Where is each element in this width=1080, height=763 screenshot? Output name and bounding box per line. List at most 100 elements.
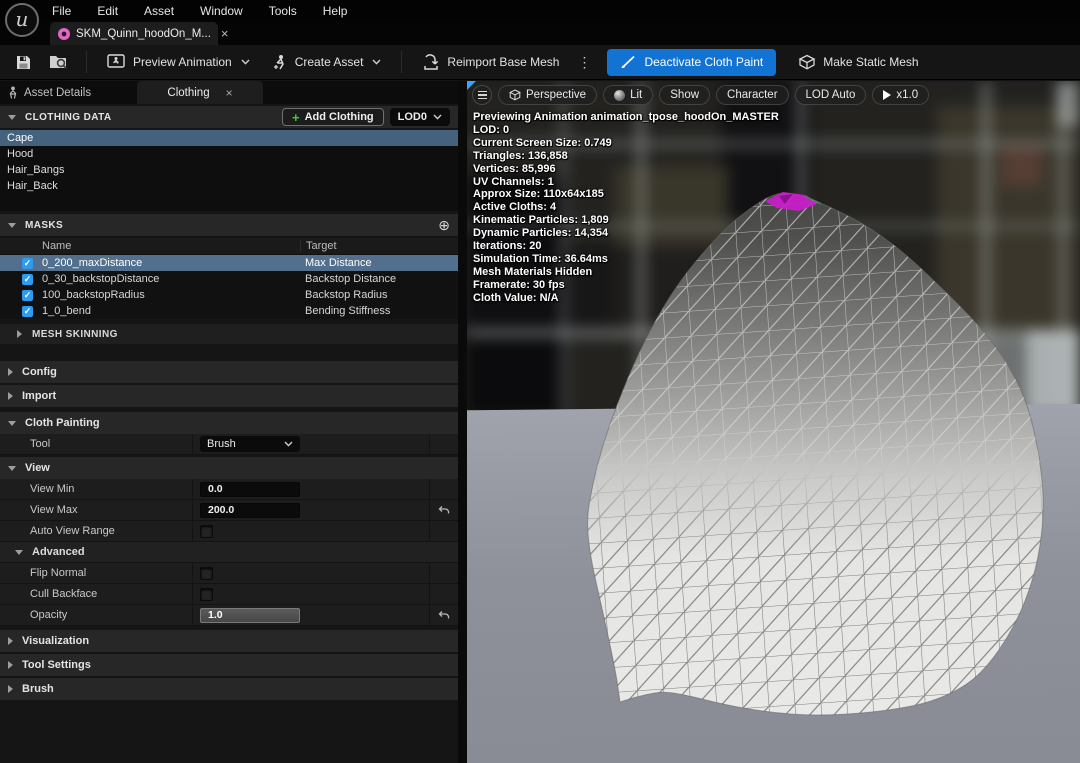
expander-right-icon[interactable] (8, 368, 13, 376)
clothing-item-hood[interactable]: Hood (0, 146, 458, 162)
clothing-item-hair-bangs[interactable]: Hair_Bangs (0, 162, 458, 178)
make-static-mesh-button[interactable]: Make Static Mesh (792, 49, 924, 75)
panel-splitter[interactable] (458, 81, 467, 763)
config-header[interactable]: Config (0, 361, 458, 383)
opacity-slider-input[interactable]: 1.0 (200, 608, 300, 623)
reset-to-default-icon[interactable] (438, 505, 450, 516)
auto-view-range-row: Auto View Range (0, 521, 458, 542)
playback-speed-button[interactable]: x1.0 (872, 85, 929, 105)
view-max-input[interactable]: 200.0 (200, 503, 300, 518)
expander-down-icon[interactable] (8, 466, 16, 471)
preview-animation-button[interactable]: Preview Animation (101, 49, 256, 75)
mask-row-max-distance[interactable]: ✓ 0_200_maxDistance Max Distance (0, 255, 458, 271)
lit-dropdown[interactable]: Lit (603, 85, 653, 105)
auto-view-range-checkbox[interactable] (200, 525, 213, 538)
import-header[interactable]: Import (0, 385, 458, 407)
browse-to-asset-button[interactable] (46, 50, 72, 74)
import-title: Import (22, 390, 56, 402)
mask-target: Backstop Radius (300, 289, 458, 301)
clothing-tab-close-icon[interactable]: × (226, 86, 233, 100)
perspective-dropdown[interactable]: Perspective (498, 85, 597, 105)
checkbox-checked[interactable]: ✓ (22, 274, 33, 285)
advanced-title: Advanced (32, 546, 85, 558)
mask-row-backstop-distance[interactable]: ✓ 0_30_backstopDistance Backstop Distanc… (0, 271, 458, 287)
opacity-label: Opacity (30, 609, 67, 621)
mesh-skinning-header[interactable]: MESH SKINNING (0, 324, 458, 344)
stat-previewing-animation: Previewing Animation animation_tpose_hoo… (473, 111, 779, 124)
expander-right-icon[interactable] (8, 637, 13, 645)
view-header[interactable]: View (0, 457, 458, 479)
view-max-label: View Max (30, 504, 77, 516)
checkbox-checked[interactable]: ✓ (22, 290, 33, 301)
menu-bar: File Edit Asset Window Tools Help (0, 0, 1080, 21)
expander-right-icon[interactable] (8, 392, 13, 400)
stat-screen-size: Current Screen Size: 0.749 (473, 137, 779, 150)
view-min-input[interactable]: 0.0 (200, 482, 300, 497)
menu-edit[interactable]: Edit (97, 4, 118, 18)
expander-down-icon[interactable] (8, 223, 16, 228)
mask-row-backstop-radius[interactable]: ✓ 100_backstopRadius Backstop Radius (0, 287, 458, 303)
stat-uv-channels: UV Channels: 1 (473, 176, 779, 189)
show-label: Show (670, 89, 699, 101)
tab-close-icon[interactable]: × (221, 29, 229, 39)
preview-animation-icon (107, 54, 126, 70)
masks-header[interactable]: MASKS ⊕ (0, 214, 458, 236)
tab-title: SKM_Quinn_hoodOn_M... (76, 28, 211, 40)
checkbox-checked[interactable]: ✓ (22, 306, 33, 317)
menu-tools[interactable]: Tools (269, 4, 297, 18)
lod-auto-dropdown[interactable]: LOD Auto (795, 85, 867, 105)
3d-viewport[interactable]: Perspective Lit Show Character LOD Auto (467, 81, 1080, 763)
add-mask-icon[interactable]: ⊕ (438, 217, 450, 234)
expander-right-icon[interactable] (8, 685, 13, 693)
menu-help[interactable]: Help (323, 4, 348, 18)
tool-dropdown[interactable]: Brush (200, 436, 300, 452)
asset-editor-tab[interactable]: SKM_Quinn_hoodOn_M... × (50, 22, 218, 45)
tab-asset-details[interactable]: Asset Details (8, 81, 91, 104)
perspective-label: Perspective (526, 89, 586, 101)
clothing-item-hair-back[interactable]: Hair_Back (0, 178, 458, 194)
cloth-painting-header[interactable]: Cloth Painting (0, 412, 458, 434)
checkbox-checked[interactable]: ✓ (22, 258, 33, 269)
expander-right-icon[interactable] (17, 330, 22, 338)
save-button[interactable] (10, 50, 36, 74)
visualization-header[interactable]: Visualization (0, 630, 458, 652)
clothing-item-cape[interactable]: Cape (0, 130, 458, 146)
menu-window[interactable]: Window (200, 4, 243, 18)
cloth-painting-title: Cloth Painting (25, 417, 100, 429)
unreal-logo[interactable]: u (5, 3, 39, 37)
tool-label: Tool (30, 438, 50, 450)
config-title: Config (22, 366, 57, 378)
stat-lod: LOD: 0 (473, 124, 779, 137)
deactivate-cloth-paint-button[interactable]: Deactivate Cloth Paint (607, 49, 776, 76)
reimport-base-mesh-button[interactable]: Reimport Base Mesh (416, 49, 565, 75)
lod-dropdown[interactable]: LOD0 (390, 108, 450, 126)
mask-row-bend[interactable]: ✓ 1_0_bend Bending Stiffness (0, 303, 458, 319)
skeletal-mesh-icon (58, 28, 70, 40)
stat-kinematic-particles: Kinematic Particles: 1,809 (473, 214, 779, 227)
flip-normal-checkbox[interactable] (200, 567, 213, 580)
brush-header[interactable]: Brush (0, 678, 458, 700)
expander-down-icon[interactable] (8, 115, 16, 120)
expander-down-icon[interactable] (8, 421, 16, 426)
expander-right-icon[interactable] (8, 661, 13, 669)
menu-file[interactable]: File (52, 4, 71, 18)
tab-clothing[interactable]: Clothing × (137, 81, 263, 104)
character-dropdown[interactable]: Character (716, 85, 789, 105)
reset-to-default-icon[interactable] (438, 610, 450, 621)
clothing-data-header[interactable]: CLOTHING DATA + Add Clothing LOD0 (0, 106, 458, 128)
cull-backface-checkbox[interactable] (200, 588, 213, 601)
make-static-mesh-label: Make Static Mesh (823, 55, 918, 69)
visualization-title: Visualization (22, 635, 89, 647)
tool-settings-header[interactable]: Tool Settings (0, 654, 458, 676)
show-dropdown[interactable]: Show (659, 85, 710, 105)
viewport-toolbar: Perspective Lit Show Character LOD Auto (472, 85, 929, 105)
expander-down-icon[interactable] (15, 550, 23, 555)
perspective-cube-icon (509, 89, 521, 101)
advanced-header[interactable]: Advanced (0, 542, 458, 563)
menu-asset[interactable]: Asset (144, 4, 174, 18)
reimport-options-kebab[interactable]: ⋮ (575, 54, 593, 71)
create-asset-label: Create Asset (295, 55, 364, 69)
add-clothing-button[interactable]: + Add Clothing (282, 108, 384, 126)
column-target: Target (300, 240, 458, 252)
create-asset-button[interactable]: Create Asset (266, 49, 388, 75)
